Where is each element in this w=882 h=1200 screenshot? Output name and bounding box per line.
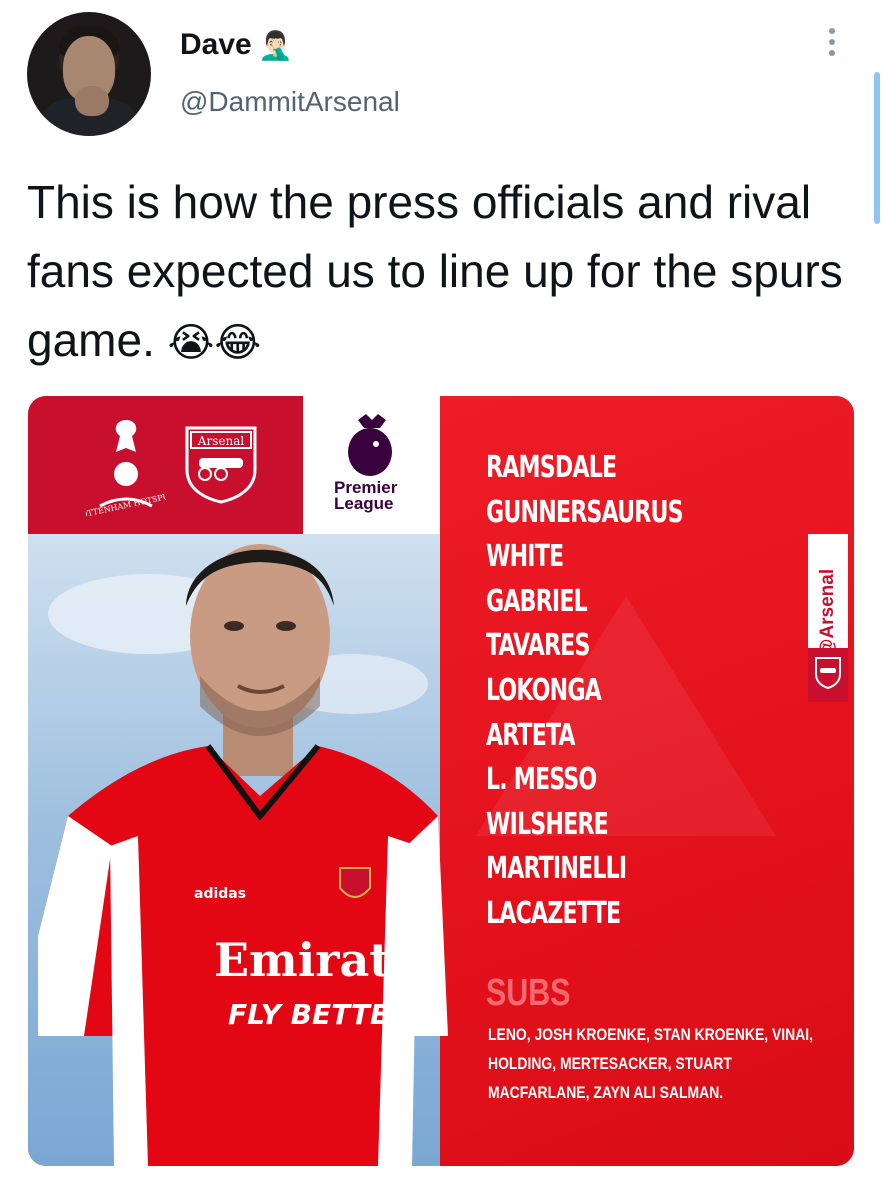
tottenham-logo-icon: TOTTENHAM HOTSPUR [86, 420, 166, 520]
lineup-player: L. MESSO [486, 762, 597, 798]
tweet-image[interactable]: TOTTENHAM HOTSPUR Arsenal Premier League… [28, 396, 854, 1166]
lineup-player: MARTINELLI [486, 851, 627, 887]
lineup-player: ARTETA [486, 717, 576, 753]
avatar-hand [75, 86, 109, 116]
lineup-player: WILSHERE [486, 806, 609, 842]
lineup-player: GABRIEL [486, 583, 588, 619]
tweet-emojis: 😭😂 [167, 321, 262, 365]
lineup-player: WHITE [486, 539, 564, 575]
subs-title: SUBS [486, 972, 571, 1014]
profile-avatar[interactable] [27, 12, 151, 136]
player-photo: Emirates FLY BETTER adidas [38, 544, 448, 1166]
tweet-body: This is how the press officials and riva… [27, 176, 843, 366]
display-name[interactable]: Dave [180, 28, 252, 62]
more-options-icon[interactable] [826, 28, 838, 68]
user-handle[interactable]: @DammitArsenal [180, 86, 400, 118]
shirt-slogan: FLY BETTER [228, 998, 411, 1031]
scrollbar[interactable] [874, 72, 880, 224]
lineup-player: RAMSDALE [486, 450, 617, 485]
tweet-text: This is how the press officials and riva… [27, 168, 847, 378]
lineup-player: TAVARES [486, 628, 590, 664]
side-crest-icon [808, 648, 848, 702]
lineup-player: LACAZETTE [486, 895, 621, 931]
lineup-player: LOKONGA [486, 672, 602, 708]
premier-league-text: Premier League [334, 478, 398, 513]
arsenal-crest-icon: Arsenal [185, 426, 257, 504]
name-emoji: 🤦🏻‍♂️ [258, 30, 293, 61]
crest-label: Arsenal [197, 434, 245, 448]
shirt-sponsor: Emirates [214, 933, 446, 987]
lineup-list: RAMSDALE GUNNERSAURUS WHITE GABRIEL TAVA… [486, 446, 726, 937]
lineup-player: GUNNERSAURUS [486, 494, 684, 530]
subs-list: LENO, JOSH KROENKE, STAN KROENKE, VINAI,… [488, 1025, 814, 1102]
shirt-brand: adidas [194, 886, 246, 902]
